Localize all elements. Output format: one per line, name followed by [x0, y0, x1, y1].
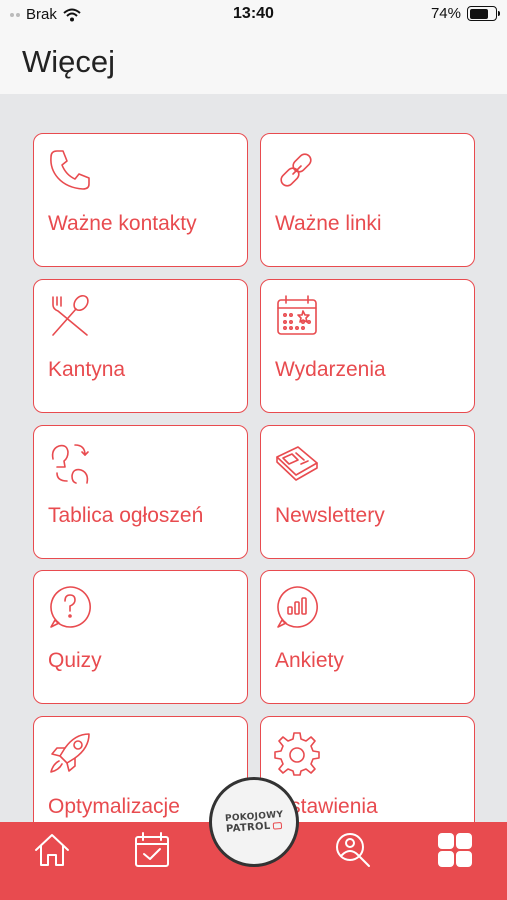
tile-label: Ważne kontakty: [48, 212, 197, 235]
gear-icon: [274, 730, 320, 776]
fork-spoon-icon: [47, 293, 93, 339]
tile-wazne-linki[interactable]: Ważne linki: [260, 133, 475, 267]
tile-wazne-kontakty[interactable]: Ważne kontakty: [33, 133, 248, 267]
tab-more[interactable]: [435, 830, 479, 874]
page-title: Więcej: [22, 44, 116, 79]
tile-label: Quizy: [48, 649, 102, 672]
tile-label: Optymalizacje: [48, 795, 180, 818]
pokojowy-patrol-button[interactable]: POKOJOWY PATROL: [209, 777, 299, 867]
status-right: 74%: [430, 5, 500, 22]
link-icon: [274, 147, 320, 193]
tile-label: Wydarzenia: [275, 358, 386, 381]
tile-kantyna[interactable]: Kantyna: [33, 279, 248, 413]
battery-icon: [467, 6, 500, 21]
calendar-icon: [274, 293, 320, 339]
logo-mark-icon: [272, 821, 282, 830]
home-icon: [35, 834, 69, 866]
logo-line-2-text: PATROL: [225, 820, 272, 835]
tile-label: Kantyna: [48, 358, 126, 381]
tile-label: Ważne linki: [275, 212, 382, 235]
tile-ankiety[interactable]: Ankiety: [260, 570, 475, 704]
battery-fill: [469, 8, 488, 19]
question-bubble-icon: [47, 584, 93, 630]
tab-home[interactable]: [32, 830, 76, 874]
rocket-icon: [47, 730, 93, 776]
poll-bubble-icon: [274, 584, 320, 630]
tab-calendar[interactable]: [132, 830, 176, 874]
tile-label: Tablica ogłoszeń: [48, 504, 204, 527]
tab-user-search[interactable]: [333, 830, 377, 874]
phone-icon: [47, 147, 93, 193]
status-bar: Brak 13:40 74%: [0, 0, 507, 30]
tile-tablica-ogloszen[interactable]: Tablica ogłoszeń: [33, 425, 248, 559]
tile-newslettery[interactable]: Newslettery: [260, 425, 475, 559]
tile-label: Ankiety: [275, 649, 344, 672]
tile-label: Newslettery: [275, 504, 385, 527]
grid-icon: [438, 833, 472, 867]
people-talk-icon: [47, 439, 93, 485]
tile-quizy[interactable]: Quizy: [33, 570, 248, 704]
page-header: Więcej: [0, 30, 507, 94]
calendar-check-icon: [135, 832, 169, 867]
tile-wydarzenia[interactable]: Wydarzenia: [260, 279, 475, 413]
newspaper-icon: [274, 439, 320, 485]
battery-percent: 74%: [430, 5, 461, 22]
user-search-icon: [336, 833, 370, 867]
